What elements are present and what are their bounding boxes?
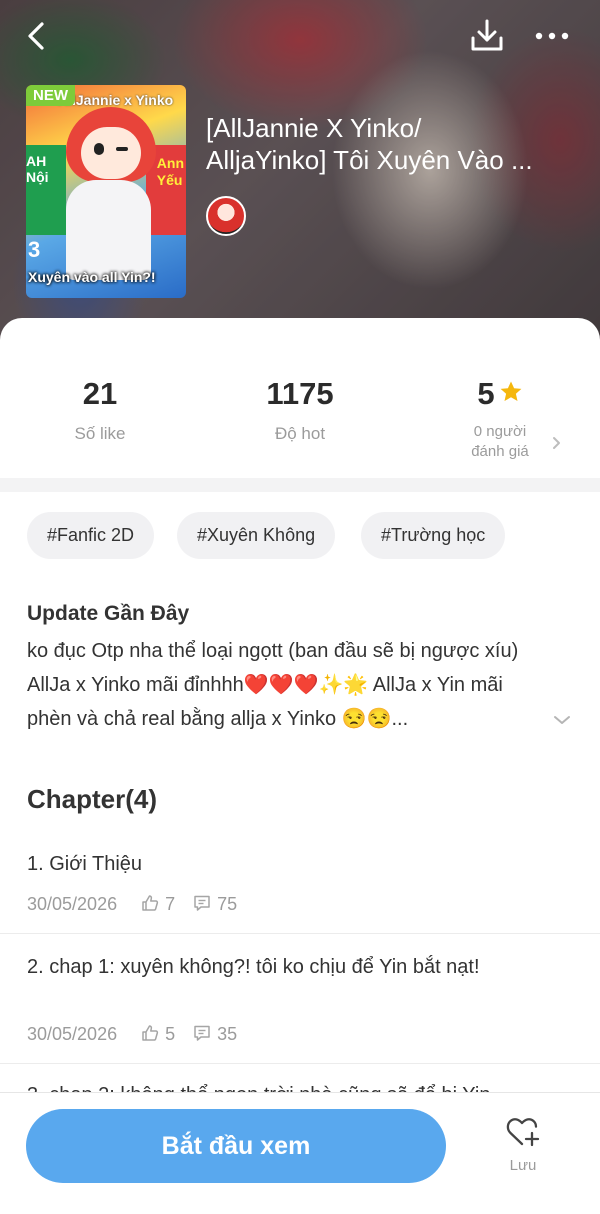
- thumbs-up-icon: [142, 895, 159, 911]
- cover-image: AH Nội Ann Yếu 3 AllJannie x Yinko Xuyên v…: [26, 85, 186, 298]
- back-icon[interactable]: [22, 18, 52, 54]
- chapter-item[interactable]: 2. chap 1: xuyên không?! tôi ko chịu để …: [0, 934, 600, 1064]
- stats-row: 21 Số like 1175 Độ hot 5 0 người đánh giá: [0, 374, 600, 474]
- chapter-date: 30/05/2026: [27, 894, 118, 914]
- chapter-meta: 30/05/2026 5 35: [27, 1022, 237, 1046]
- chapter-likes: 5: [165, 1024, 176, 1044]
- download-icon[interactable]: [468, 16, 506, 56]
- chapter-title: 2. chap 1: xuyên không?! tôi ko chịu để …: [27, 956, 480, 978]
- stat-rating[interactable]: 5 0 người đánh giá: [400, 374, 600, 462]
- author-avatar[interactable]: [206, 196, 246, 236]
- stat-hot: 1175 Độ hot: [266, 376, 334, 443]
- more-icon[interactable]: [532, 22, 572, 50]
- bottom-action-bar: Bắt đầu xem Lưu: [0, 1092, 600, 1214]
- chapter-title: 1. Giới Thiệu: [27, 853, 143, 875]
- chapter-meta: 30/05/2026 7 75: [27, 892, 237, 916]
- new-badge: NEW: [26, 85, 75, 106]
- chapter-likes: 7: [165, 894, 176, 914]
- chapter-comments: 75: [217, 894, 238, 914]
- tag-chip[interactable]: #Trường học: [361, 512, 506, 559]
- update-heading: Update Gần Đây: [27, 602, 190, 625]
- stat-likes: 21 Số like: [74, 376, 126, 443]
- story-title: [AllJannie X Yinko/ AlljaYinko] Tôi Xuyê…: [206, 113, 533, 175]
- section-divider: [0, 478, 600, 492]
- chevron-down-icon[interactable]: [551, 712, 573, 728]
- chapter-item[interactable]: 1. Giới Thiệu 30/05/2026 7 75: [0, 838, 600, 934]
- star-icon: [500, 381, 522, 401]
- comment-icon: [194, 895, 210, 911]
- save-button[interactable]: Lưu: [490, 1115, 556, 1185]
- chevron-right-icon[interactable]: [548, 432, 566, 454]
- start-reading-button[interactable]: Bắt đầu xem: [26, 1109, 446, 1183]
- chapter-list-heading: Chapter(4): [27, 784, 158, 814]
- heart-plus-icon: [506, 1118, 540, 1147]
- chapter-date: 30/05/2026: [27, 1024, 118, 1044]
- hero-banner: AH Nội Ann Yếu 3 AllJannie x Yinko Xuyên v…: [0, 0, 600, 345]
- detail-sheet: 21 Số like 1175 Độ hot 5 0 người đánh giá…: [0, 318, 600, 1214]
- chapter-comments: 35: [217, 1024, 238, 1044]
- update-description: ko đục Otp nha thể loại ngọtt (ban đầu s…: [27, 640, 519, 730]
- tag-chip[interactable]: #Fanfic 2D: [27, 512, 155, 559]
- comment-icon: [194, 1025, 210, 1041]
- tag-chip[interactable]: #Xuyên Không: [177, 512, 336, 559]
- thumbs-up-icon: [142, 1025, 159, 1041]
